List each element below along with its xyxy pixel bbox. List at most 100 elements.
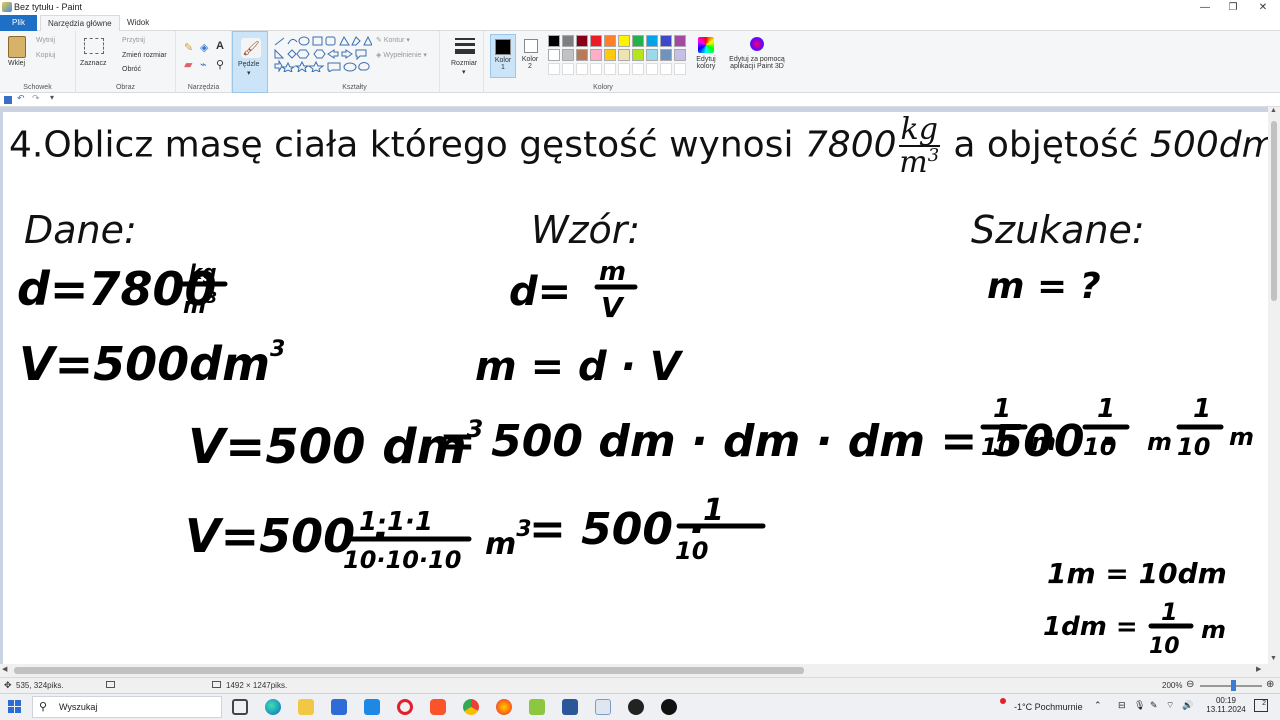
outline-dropdown[interactable]: ✎ Kontur ▾: [376, 36, 410, 44]
drawing-canvas[interactable]: 4.Oblicz masę ciała którego gęstość wyno…: [3, 112, 1268, 665]
palette-swatch[interactable]: [604, 35, 616, 47]
brave-icon[interactable]: [430, 699, 446, 715]
obs-icon[interactable]: [628, 699, 644, 715]
cut-button[interactable]: Wytnij: [36, 37, 55, 44]
palette-swatch[interactable]: [618, 49, 630, 61]
palette-swatch-empty[interactable]: [604, 63, 616, 75]
palette-swatch[interactable]: [674, 35, 686, 47]
rotate-button[interactable]: Obróć: [122, 66, 141, 73]
mail-icon[interactable]: [364, 699, 380, 715]
palette-swatch[interactable]: [562, 35, 574, 47]
tray-mic-icon[interactable]: 🎙: [1134, 700, 1145, 711]
close-button[interactable]: ✕: [1250, 0, 1276, 15]
palette-swatch[interactable]: [674, 49, 686, 61]
opera-icon[interactable]: [397, 699, 413, 715]
palette-swatch-empty[interactable]: [548, 63, 560, 75]
scroll-down-icon[interactable]: ▼: [1270, 655, 1277, 662]
tray-wifi-icon[interactable]: ⌔: [1166, 700, 1174, 711]
zoom-in-icon[interactable]: ⊕: [1266, 679, 1274, 690]
scroll-right-icon[interactable]: ▶: [1256, 665, 1261, 673]
palette-swatch-empty[interactable]: [632, 63, 644, 75]
zoom-slider-thumb[interactable]: [1231, 680, 1236, 691]
palette-swatch[interactable]: [548, 35, 560, 47]
color2-button[interactable]: Kolor 2: [518, 34, 544, 78]
palette-swatch[interactable]: [632, 35, 644, 47]
palette-swatch[interactable]: [646, 49, 658, 61]
maximize-button[interactable]: ❐: [1220, 0, 1246, 15]
tab-home[interactable]: Narzędzia główne: [40, 15, 120, 31]
save-icon[interactable]: [4, 96, 12, 104]
zoom-out-icon[interactable]: ⊖: [1186, 679, 1194, 690]
palette-swatch[interactable]: [576, 49, 588, 61]
text-icon[interactable]: A: [216, 40, 224, 52]
crop-button[interactable]: Przytnij: [122, 37, 145, 44]
scroll-left-icon[interactable]: ◀: [2, 665, 7, 673]
windows-start-icon[interactable]: [8, 700, 22, 714]
palette-swatch[interactable]: [590, 35, 602, 47]
size-button[interactable]: Rozmiar ▾: [446, 31, 484, 93]
palette-swatch[interactable]: [548, 49, 560, 61]
copy-button[interactable]: Kopiuj: [36, 52, 55, 59]
vertical-scroll-thumb[interactable]: [1271, 121, 1277, 301]
tray-chevron-icon[interactable]: ⌃: [1094, 700, 1102, 711]
palette-swatch-empty[interactable]: [646, 63, 658, 75]
tab-file[interactable]: Plik: [0, 15, 37, 31]
clock[interactable]: 00:19 13.11.2024: [1204, 696, 1248, 714]
file-explorer-icon[interactable]: [298, 699, 314, 715]
palette-swatch[interactable]: [576, 35, 588, 47]
palette-swatch[interactable]: [590, 49, 602, 61]
magnifier-icon[interactable]: ⚲: [216, 58, 224, 71]
minimize-button[interactable]: —: [1192, 0, 1218, 15]
scroll-up-icon[interactable]: ▲: [1270, 107, 1277, 114]
palette-swatch[interactable]: [660, 49, 672, 61]
weather-text[interactable]: -1°C Pochmurnie: [1014, 702, 1083, 712]
store-icon[interactable]: [331, 699, 347, 715]
paint-taskbar-icon[interactable]: [595, 699, 611, 715]
palette-swatch-empty[interactable]: [618, 63, 630, 75]
media-player-icon[interactable]: [661, 699, 677, 715]
palette-swatch[interactable]: [604, 49, 616, 61]
paste-button[interactable]: Wklej: [8, 60, 25, 67]
resize-button[interactable]: Zmień rozmiar: [122, 52, 167, 59]
task-view-icon[interactable]: [232, 699, 248, 715]
paint3d-button[interactable]: Edytuj za pomocą aplikacji Paint 3D: [724, 35, 794, 79]
palette-swatch[interactable]: [618, 35, 630, 47]
brushes-button[interactable]: 🖌 Pędzle ▾: [232, 31, 268, 93]
palette-swatch-empty[interactable]: [674, 63, 686, 75]
color1-button[interactable]: Kolor 1: [490, 34, 516, 78]
taskbar-search[interactable]: ⚲ Wyszukaj: [32, 696, 222, 718]
palette-swatch[interactable]: [646, 35, 658, 47]
eraser-icon[interactable]: ▰: [184, 58, 192, 71]
palette-swatch[interactable]: [562, 49, 574, 61]
tray-pen-icon[interactable]: ✎: [1150, 700, 1158, 711]
word-icon[interactable]: [562, 699, 578, 715]
tab-view[interactable]: Widok: [120, 15, 156, 31]
tray-volume-icon[interactable]: 🔊: [1182, 700, 1193, 711]
vertical-scrollbar[interactable]: ▲ ▼: [1268, 107, 1280, 677]
horizontal-scroll-thumb[interactable]: [14, 667, 804, 674]
color-picker-icon[interactable]: ⌁: [200, 58, 207, 71]
palette-swatch-empty[interactable]: [590, 63, 602, 75]
pencil-icon[interactable]: ✎: [184, 41, 193, 54]
redo-icon[interactable]: ↷: [32, 93, 40, 104]
tray-network-icon[interactable]: ⊟: [1118, 700, 1126, 711]
select-button[interactable]: Zaznacz: [80, 60, 106, 67]
horizontal-scrollbar[interactable]: ◀ ▶: [0, 664, 1268, 677]
palette-swatch-empty[interactable]: [576, 63, 588, 75]
undo-icon[interactable]: ↶: [17, 93, 25, 104]
fill-icon[interactable]: ◈: [200, 41, 208, 54]
fill-dropdown[interactable]: ◈ Wypełnienie ▾: [376, 51, 427, 59]
notifications-icon[interactable]: 2: [1254, 699, 1268, 712]
shapes-gallery[interactable]: [272, 36, 372, 72]
firefox-icon[interactable]: [496, 699, 512, 715]
palette-swatch[interactable]: [660, 35, 672, 47]
palette-swatch[interactable]: [632, 49, 644, 61]
color-palette[interactable]: [546, 35, 696, 79]
palette-swatch-empty[interactable]: [660, 63, 672, 75]
edge-icon[interactable]: [265, 699, 281, 715]
qat-customize-icon[interactable]: ▾: [50, 93, 54, 102]
edit-colors-button[interactable]: Edytuj kolory: [694, 35, 718, 79]
palette-swatch-empty[interactable]: [562, 63, 574, 75]
notepad-icon[interactable]: [529, 699, 545, 715]
chrome-icon[interactable]: [463, 699, 479, 715]
